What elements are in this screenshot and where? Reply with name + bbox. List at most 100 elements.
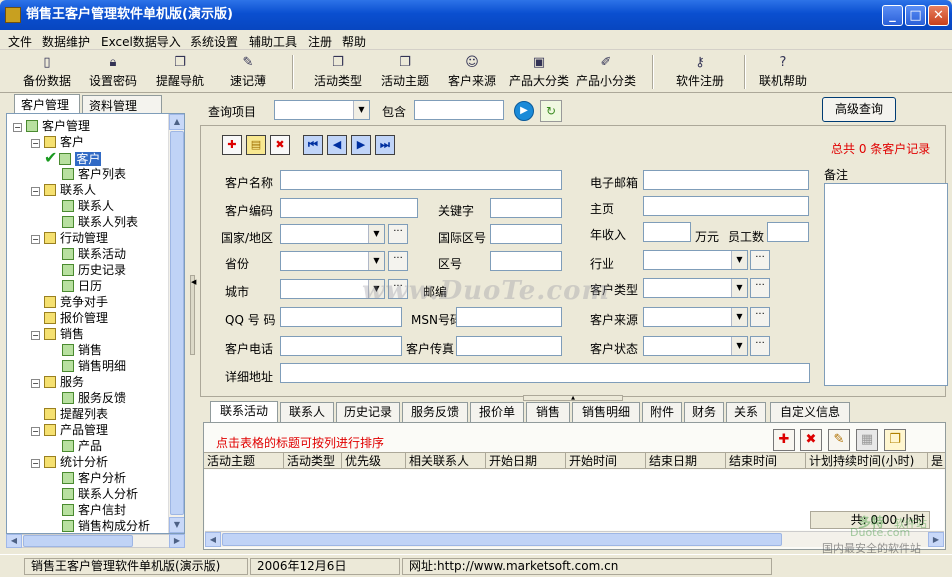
tree-item[interactable]: 服务反馈 <box>49 390 126 406</box>
menu-excel-import[interactable]: Excel数据导入 <box>101 33 181 50</box>
email-input[interactable] <box>643 170 809 190</box>
col-end-time[interactable]: 结束时间 <box>726 453 806 469</box>
qq-input[interactable] <box>280 307 402 327</box>
customer-type-select[interactable]: ▼ <box>643 278 748 298</box>
col-activity-theme[interactable]: 活动主题 <box>204 453 284 469</box>
tab-contacts[interactable]: 联系人 <box>280 402 334 422</box>
address-input[interactable] <box>280 363 810 383</box>
product-category-button[interactable]: ▣ 产品大分类 <box>507 53 571 91</box>
register-software-button[interactable]: ⚷ 软件注册 <box>672 53 728 91</box>
menu-system-settings[interactable]: 系统设置 <box>190 33 238 50</box>
delete-record-button[interactable]: ✖ <box>270 135 290 155</box>
tab-finance[interactable]: 财务 <box>684 402 724 422</box>
collapse-icon[interactable]: − <box>31 427 40 436</box>
country-more-button[interactable]: ··· <box>388 224 408 244</box>
tree-item[interactable]: 联系人 <box>49 198 114 214</box>
add-record-button[interactable]: ✚ <box>222 135 242 155</box>
tree-item[interactable]: 历史记录 <box>49 262 126 278</box>
scroll-thumb[interactable] <box>170 131 184 515</box>
tree-item[interactable]: − 服务 <box>31 374 84 390</box>
collapse-icon[interactable]: − <box>31 379 40 388</box>
tab-custom-info[interactable]: 自定义信息 <box>770 402 850 422</box>
customer-status-select[interactable]: ▼ <box>643 336 748 356</box>
tree-vertical-scrollbar[interactable]: ▲ ▼ <box>168 114 184 533</box>
customer-type-more-button[interactable]: ··· <box>750 278 770 298</box>
col-yes[interactable]: 是 <box>928 453 945 469</box>
tree-item[interactable]: − 客户 <box>31 134 84 150</box>
industry-select[interactable]: ▼ <box>643 250 748 270</box>
tree-item[interactable]: − 产品管理 <box>31 422 108 438</box>
col-planned-duration[interactable]: 计划持续时间(小时) <box>806 453 928 469</box>
customer-source-more-button[interactable]: ··· <box>750 307 770 327</box>
tree-item[interactable]: 客户信封 <box>49 502 126 518</box>
col-related-contact[interactable]: 相关联系人 <box>406 453 486 469</box>
tab-attachments[interactable]: 附件 <box>642 402 682 422</box>
query-item-select[interactable]: ▼ <box>274 100 370 120</box>
chevron-down-icon[interactable]: ▼ <box>731 308 747 326</box>
tab-service-feedback[interactable]: 服务反馈 <box>402 402 468 422</box>
scroll-up-button[interactable]: ▲ <box>169 114 184 130</box>
scroll-right-button[interactable]: ▶ <box>169 534 185 548</box>
refresh-button[interactable]: ↻ <box>540 100 562 122</box>
phone-input[interactable] <box>280 336 402 356</box>
advanced-query-button[interactable]: 高级查询 <box>822 97 896 122</box>
tab-sales[interactable]: 销售 <box>526 402 570 422</box>
collapse-icon[interactable]: − <box>31 331 40 340</box>
hscroll-thumb[interactable] <box>23 535 133 547</box>
status-url[interactable]: 网址:http://www.marketsoft.com.cn <box>402 558 772 575</box>
tree-item[interactable]: 产品 <box>49 438 102 454</box>
customer-source-button[interactable]: ☺ 客户来源 <box>444 53 500 91</box>
form-splitter[interactable]: ▲ <box>523 395 623 401</box>
tree-item[interactable]: 竞争对手 <box>31 294 108 310</box>
employees-input[interactable] <box>767 222 809 242</box>
tree-item[interactable]: 联系人列表 <box>49 214 138 230</box>
prev-record-button[interactable]: ◀ <box>327 135 347 155</box>
col-start-date[interactable]: 开始日期 <box>486 453 566 469</box>
collapse-icon[interactable]: − <box>13 123 22 132</box>
tree-item[interactable]: − 联系人 <box>31 182 96 198</box>
navigation-tree[interactable]: − 客户管理 − 客户 ✔ 客户 客户列表 − 联系人 联系人 联系人列表 − 行动管理 联系活动 历史记录… <box>6 113 185 534</box>
industry-more-button[interactable]: ··· <box>750 250 770 270</box>
add-activity-button[interactable]: ✚ <box>773 429 795 451</box>
close-button[interactable]: ✕ <box>928 5 949 26</box>
backup-button[interactable]: ▯ 备份数据 <box>20 53 74 91</box>
tree-horizontal-scrollbar[interactable]: ◀ ▶ <box>6 534 185 548</box>
collapse-icon[interactable]: − <box>31 139 40 148</box>
tree-item[interactable]: 销售构成分析 <box>49 518 150 533</box>
product-subcategory-button[interactable]: ✐ 产品小分类 <box>574 53 638 91</box>
menu-data-maintenance[interactable]: 数据维护 <box>42 33 90 50</box>
search-go-button[interactable]: ▶ <box>514 101 534 121</box>
tab-sales-detail[interactable]: 销售明细 <box>572 402 640 422</box>
tree-item[interactable]: 日历 <box>49 278 102 294</box>
customer-status-more-button[interactable]: ··· <box>750 336 770 356</box>
collapse-icon[interactable]: − <box>31 459 40 468</box>
delete-activity-button[interactable]: ✖ <box>800 429 822 451</box>
customer-code-input[interactable] <box>280 198 418 218</box>
save-record-button[interactable]: ▤ <box>246 135 266 155</box>
tree-item[interactable]: ✔ 客户 <box>44 150 102 166</box>
activity-type-button[interactable]: ❐ 活动类型 <box>310 53 366 91</box>
collapse-icon[interactable]: − <box>31 187 40 196</box>
tree-item[interactable]: 报价管理 <box>31 310 108 326</box>
maximize-button[interactable]: □ <box>905 5 926 26</box>
tab-relations[interactable]: 关系 <box>726 402 766 422</box>
tab-customer-management[interactable]: 客户管理 <box>14 94 80 113</box>
hscroll-thumb[interactable] <box>222 533 782 546</box>
chevron-down-icon[interactable]: ▼ <box>731 337 747 355</box>
scroll-down-button[interactable]: ▼ <box>169 517 184 533</box>
chevron-down-icon[interactable]: ▼ <box>368 225 384 243</box>
province-more-button[interactable]: ··· <box>388 251 408 271</box>
tab-contact-activity[interactable]: 联系活动 <box>210 401 278 422</box>
tree-item[interactable]: 联系活动 <box>49 246 126 262</box>
scroll-left-button[interactable]: ◀ <box>205 532 221 547</box>
grid-disabled-button[interactable]: ▦ <box>856 429 878 451</box>
activity-theme-button[interactable]: ❐ 活动主题 <box>376 53 434 91</box>
province-select[interactable]: ▼ <box>280 251 385 271</box>
keyword-input[interactable] <box>490 198 562 218</box>
tree-item[interactable]: − 行动管理 <box>31 230 108 246</box>
area-code-input[interactable] <box>490 251 562 271</box>
tab-data-management[interactable]: 资料管理 <box>82 95 162 113</box>
first-record-button[interactable]: ⏮ <box>303 135 323 155</box>
splitter-grip[interactable]: ◀ <box>190 275 196 355</box>
customer-name-input[interactable] <box>280 170 562 190</box>
